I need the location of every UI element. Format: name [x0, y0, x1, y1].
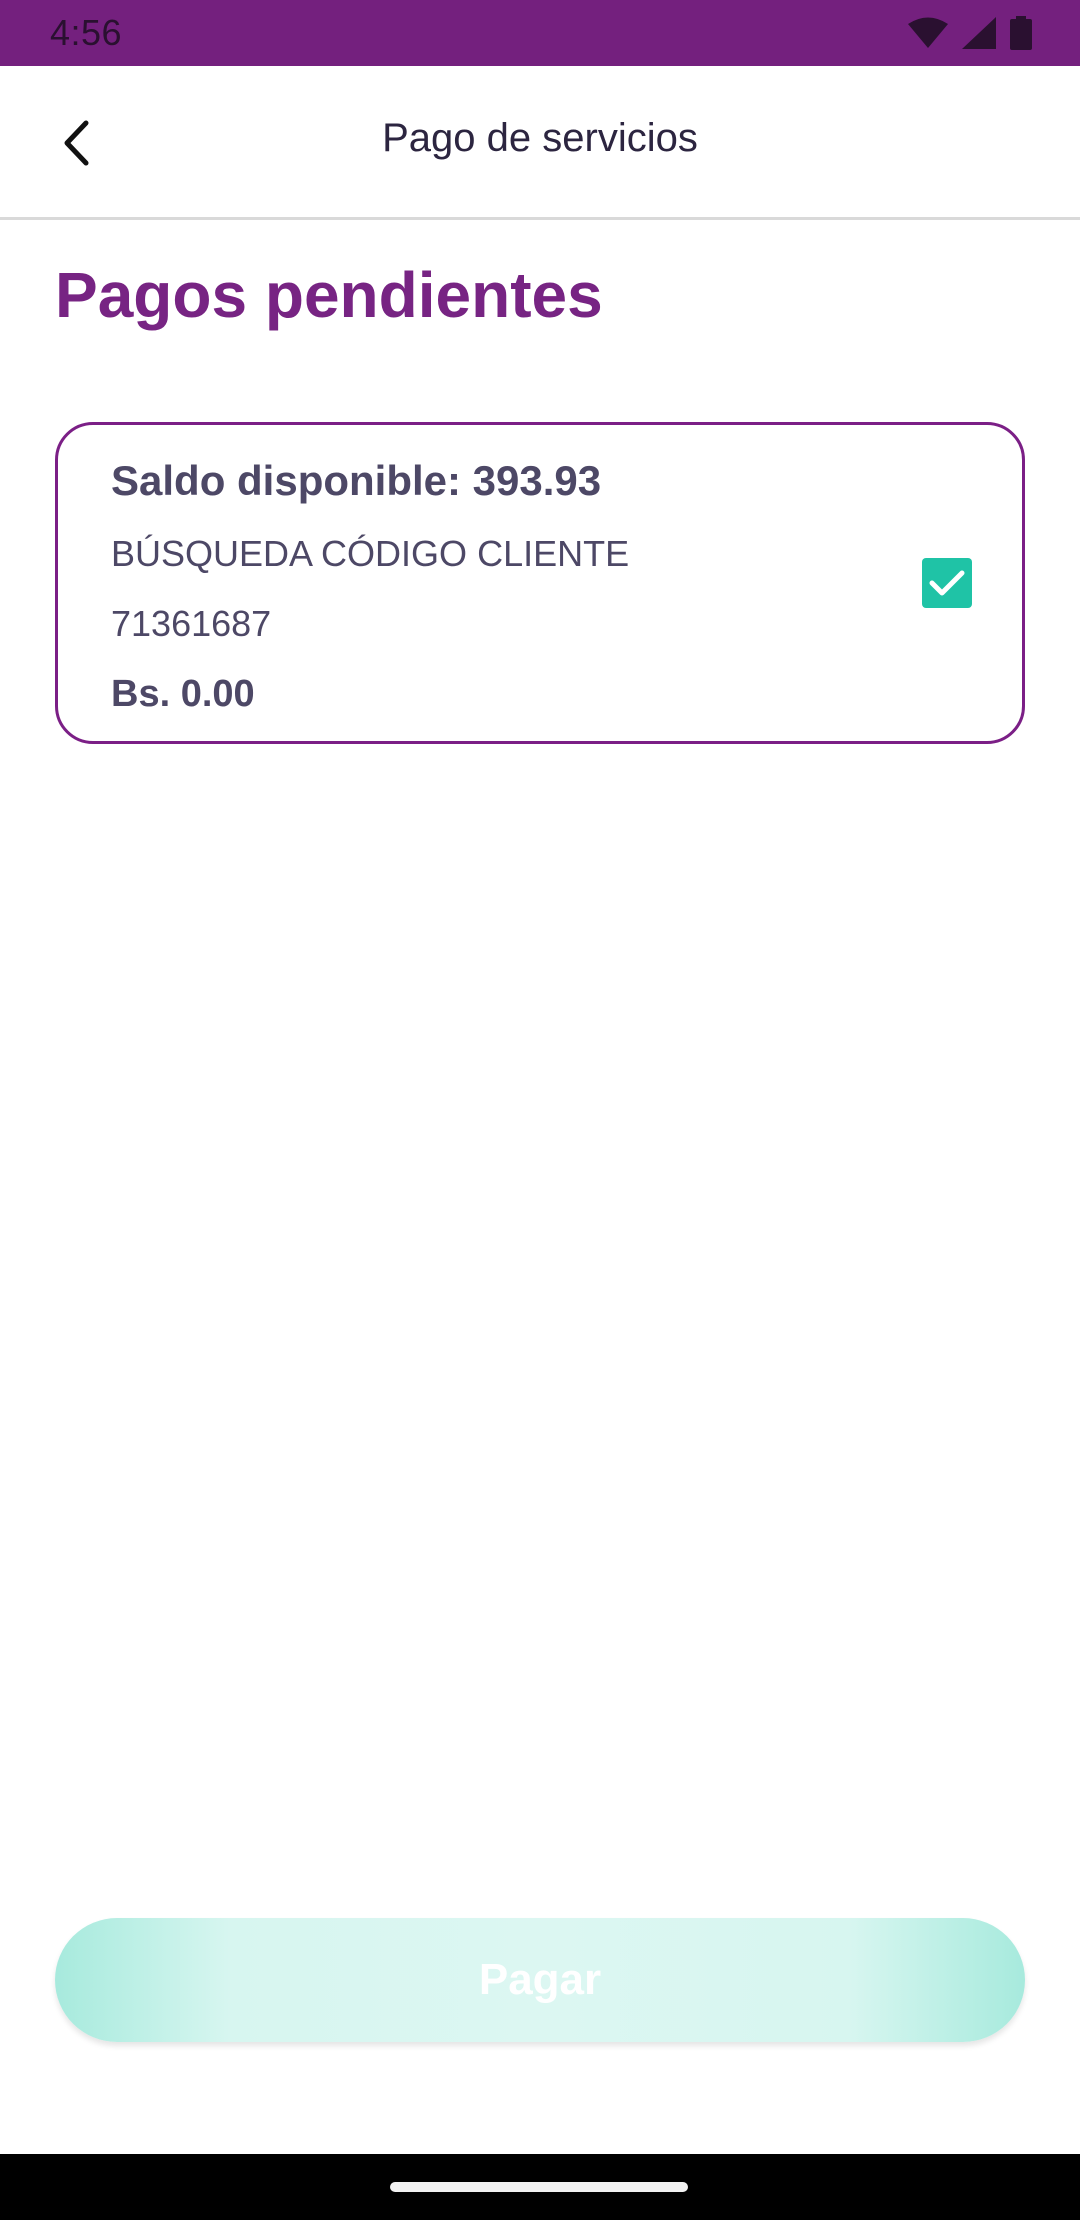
status-time: 4:56 — [50, 12, 123, 53]
client-code: 71361687 — [111, 603, 272, 644]
signal-icon — [962, 17, 996, 49]
battery-icon — [1010, 16, 1032, 50]
status-icons — [908, 16, 1032, 50]
payment-checkbox[interactable] — [922, 558, 972, 608]
payment-amount: Bs. 0.00 — [111, 673, 255, 715]
app-bar-title: Pago de servicios — [382, 116, 698, 160]
service-name: BÚSQUEDA CÓDIGO CLIENTE — [111, 533, 630, 574]
navigation-bar — [0, 2154, 1080, 2220]
pay-button[interactable]: Pagar — [55, 1918, 1025, 2042]
available-balance: Saldo disponible: 393.93 — [111, 457, 602, 504]
pending-payment-card[interactable]: Saldo disponible: 393.93 BÚSQUEDA CÓDIGO… — [55, 422, 1025, 744]
check-icon — [929, 570, 965, 596]
page-title: Pagos pendientes — [55, 259, 603, 331]
app-bar: Pago de servicios — [0, 66, 1080, 220]
status-bar: 4:56 — [0, 0, 1080, 66]
wifi-icon — [908, 17, 948, 48]
home-indicator[interactable] — [390, 2182, 688, 2192]
